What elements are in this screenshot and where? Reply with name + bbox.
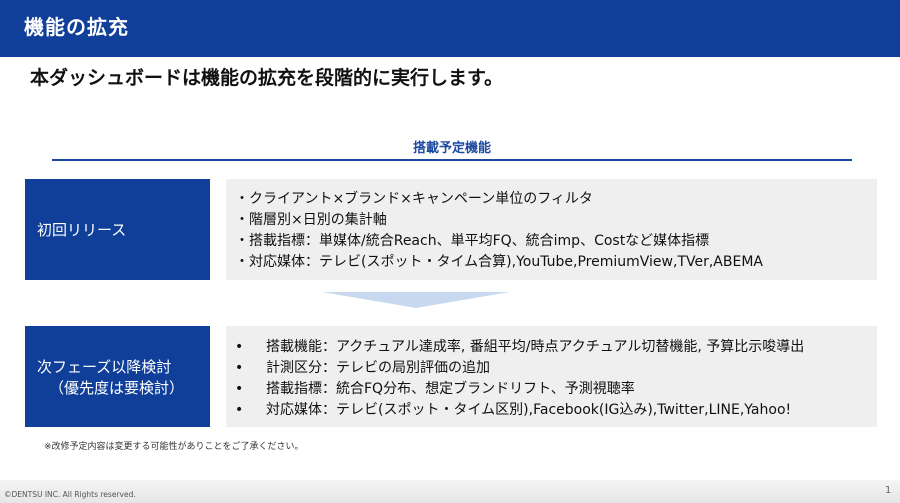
phase2-label-line1: 次フェーズ以降検討 (37, 357, 172, 376)
phase2-item: • 搭載機能：アクチュアル達成率, 番組平均/時点アクチュアル切替機能, 予算比… (235, 337, 877, 358)
section-title: 搭載予定機能 (412, 141, 491, 156)
bullet-icon: • (235, 402, 244, 418)
phase1-item: ・搭載指標：単媒体/統合Reach、単平均FQ、統合imp、Costなど媒体指標 (235, 233, 710, 249)
header-bar: 機能の拡充 (0, 0, 900, 57)
phase1-item: ・クライアント×ブランド×キャンペーン単位のフィルタ (235, 191, 593, 207)
phase1-item: ・対応媒体：テレビ(スポット・タイム合算),YouTube,PremiumVie… (235, 254, 763, 270)
phase1-label-text: 初回リリース (37, 221, 127, 239)
phase2-feature-list: • 搭載機能：アクチュアル達成率, 番組平均/時点アクチュアル切替機能, 予算比… (226, 326, 877, 427)
bullet-icon: • (235, 339, 244, 355)
phase2-item-text: 搭載指標：統合FQ分布、想定ブランドリフト、予測視聴率 (266, 381, 635, 397)
phase2-item: • 計測区分：テレビの局別評価の追加 (235, 358, 877, 379)
phase2-item-text: 搭載機能：アクチュアル達成率, 番組平均/時点アクチュアル切替機能, 予算比示唆… (266, 339, 805, 355)
phase2-label: 次フェーズ以降検討 （優先度は要検討） (25, 326, 210, 427)
phase1-label: 初回リリース (25, 179, 210, 280)
bullet-icon: • (235, 360, 244, 376)
section-divider (52, 159, 852, 161)
phase1-feature-list: ・クライアント×ブランド×キャンペーン単位のフィルタ ・階層別×日別の集計軸 ・… (226, 179, 877, 280)
page-title: 機能の拡充 (24, 15, 129, 39)
down-arrow-icon (322, 292, 510, 308)
lead-message: 本ダッシュボードは機能の拡充を段階的に実行します。 (30, 67, 504, 89)
disclaimer-note: ※改修予定内容は変更する可能性がありことをご了承ください。 (44, 442, 304, 452)
phase2-label-line2: （優先度は要検討） (49, 378, 185, 397)
phase2-item-text: 計測区分：テレビの局別評価の追加 (266, 360, 490, 376)
bullet-icon: • (235, 381, 244, 397)
phase2-item: • 搭載指標：統合FQ分布、想定ブランドリフト、予測視聴率 (235, 379, 877, 400)
page-number: 1 (885, 485, 892, 496)
phase1-item: ・階層別×日別の集計軸 (235, 212, 387, 228)
phase2-item-text: 対応媒体：テレビ(スポット・タイム区別),Facebook(IG込み),Twit… (266, 402, 792, 418)
copyright-text: ©DENTSU INC. All Rights reserved. (4, 490, 136, 499)
phase2-item: • 対応媒体：テレビ(スポット・タイム区別),Facebook(IG込み),Tw… (235, 400, 877, 421)
